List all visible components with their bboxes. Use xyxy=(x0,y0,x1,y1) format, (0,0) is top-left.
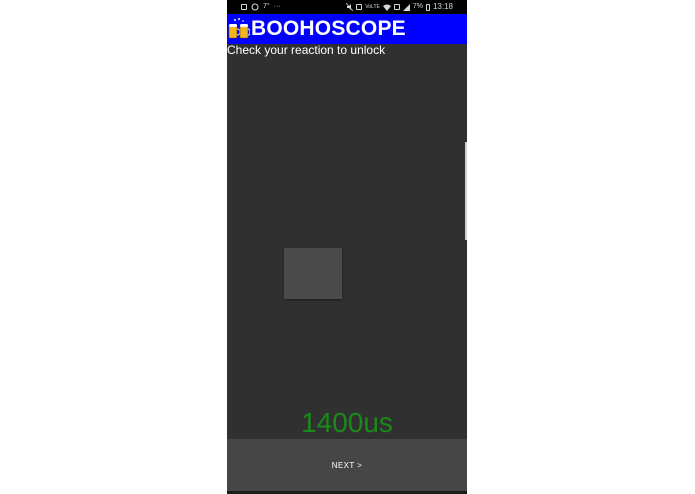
clock: 13:18 xyxy=(432,2,453,11)
status-bar-system: VoLTE 7% 13:18 xyxy=(346,0,453,14)
status-bar: 7° ··· VoLTE 7% 13:18 xyxy=(227,0,467,14)
whatsapp-icon xyxy=(251,3,259,11)
status-bar-notifications: 7° ··· xyxy=(241,0,281,14)
nfc-icon xyxy=(356,4,363,10)
app-title: BOOHOSCOPE xyxy=(251,17,406,40)
temperature-text: 7° xyxy=(263,3,270,10)
signal-icon xyxy=(402,3,410,11)
mute-icon xyxy=(346,3,354,11)
reaction-time-value: 1400us xyxy=(301,407,393,438)
app-bar: BOOHOSCOPE xyxy=(227,14,467,44)
image-icon xyxy=(241,4,247,10)
wifi-icon xyxy=(382,4,391,11)
battery-percent: 7% xyxy=(412,3,423,10)
battery-icon xyxy=(425,3,430,11)
next-button[interactable]: NEXT > xyxy=(227,439,467,491)
phone-screen: 7° ··· VoLTE 7% 13:18 BOOHOSCOPE Check y… xyxy=(227,0,467,494)
beer-mugs-icon xyxy=(228,18,250,39)
volte-label: VoLTE xyxy=(365,4,380,10)
instruction-text: Check your reaction to unlock xyxy=(227,43,386,57)
reaction-target[interactable] xyxy=(284,248,342,299)
more-icon: ··· xyxy=(273,3,281,10)
scroll-indicator[interactable] xyxy=(465,142,467,240)
no-sim-icon xyxy=(393,4,400,10)
